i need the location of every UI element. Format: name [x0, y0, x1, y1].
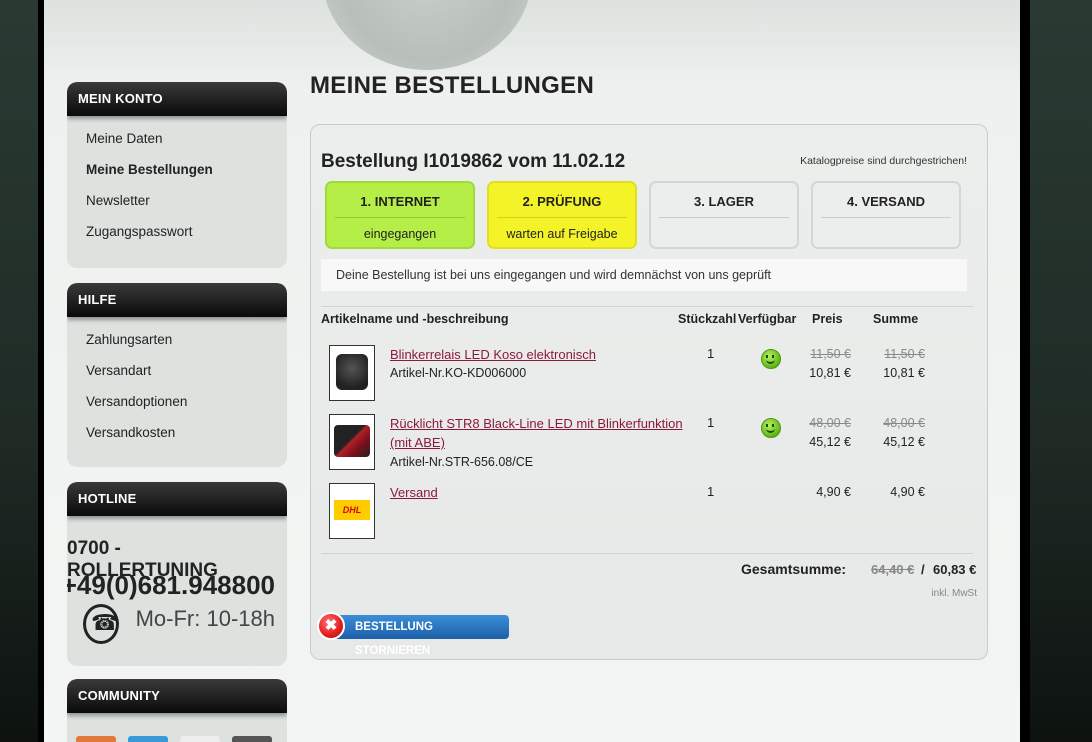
social-icon-1[interactable] — [76, 736, 116, 742]
price-cell: 48,00 € 45,12 € — [809, 414, 851, 452]
step-title: 4. VERSAND — [821, 183, 951, 218]
shipping-link[interactable]: Versand — [390, 483, 438, 502]
total-label: Gesamtsumme: — [741, 561, 847, 577]
divider — [321, 553, 973, 554]
cancel-order-button[interactable]: ✖ BESTELLUNG STORNIEREN — [317, 612, 509, 657]
col-header-available: Verfügbar — [738, 312, 797, 326]
header-decoration — [322, 0, 532, 70]
price-old: 11,50 € — [810, 347, 851, 361]
sidebox-hotline: HOTLINE 0700 - ROLLERTUNING +49(0)681.94… — [67, 482, 287, 666]
page-title: MEINE BESTELLUNGEN — [310, 72, 595, 99]
menu-item-meine-daten[interactable]: Meine Daten — [67, 128, 287, 159]
cancel-order-label: BESTELLUNG STORNIEREN — [355, 621, 433, 657]
step-status: warten auf Freigabe — [506, 227, 618, 241]
col-header-qty: Stückzahl — [678, 312, 737, 326]
sum-old: 48,00 € — [883, 416, 925, 430]
sidebox-title: COMMUNITY — [67, 679, 287, 713]
menu-item-meine-bestellungen[interactable]: Meine Bestellungen — [67, 159, 287, 190]
order-title: Bestellung I1019862 vom 11.02.12 — [321, 151, 626, 172]
quantity: 1 — [707, 484, 715, 499]
page-container: MEIN KONTO Meine Daten Meine Bestellunge… — [44, 0, 1020, 742]
col-header-article: Artikelname und -beschreibung — [321, 312, 509, 326]
price-old: 48,00 € — [809, 416, 851, 430]
quantity: 1 — [707, 346, 715, 361]
step-status: eingegangen — [363, 227, 437, 241]
hotline-number[interactable]: +49(0)681.948800 — [67, 570, 275, 601]
sidebox-title: HOTLINE — [67, 482, 287, 516]
available-smiley-icon — [761, 349, 781, 369]
close-icon: ✖ — [317, 612, 345, 640]
phone-icon — [83, 604, 119, 644]
sum-new: 45,12 € — [883, 435, 925, 449]
product-link[interactable]: Blinkerrelais LED Koso elektronisch — [390, 345, 596, 364]
article-number: Artikel-Nr.KO-KD006000 — [390, 366, 527, 380]
dhl-logo: DHL — [334, 500, 370, 520]
order-info-message: Deine Bestellung ist bei uns eingegangen… — [321, 259, 967, 291]
sidebox-title: MEIN KONTO — [67, 82, 287, 116]
sidebox-community: COMMUNITY — [67, 679, 287, 742]
shipping-thumbnail: DHL — [329, 483, 375, 539]
col-header-price: Preis — [812, 312, 843, 326]
menu-item-newsletter[interactable]: Newsletter — [67, 190, 287, 221]
available-smiley-icon — [761, 418, 781, 438]
catalog-note: Katalogpreise sind durchgestrichen! — [800, 155, 967, 167]
sidebox-mein-konto: MEIN KONTO Meine Daten Meine Bestellunge… — [67, 82, 287, 268]
product-link-line2: (mit ABE) — [390, 435, 445, 450]
help-menu: Zahlungsarten Versandart Versandoptionen… — [67, 317, 287, 463]
product-thumbnail[interactable] — [329, 414, 375, 470]
menu-item-zahlungsarten[interactable]: Zahlungsarten — [67, 329, 287, 360]
step-pruefung: 2. PRÜFUNG warten auf Freigabe — [487, 181, 637, 249]
social-icon-2[interactable] — [128, 736, 168, 742]
sum-new: 10,81 € — [883, 366, 925, 380]
price-cell: 11,50 € 10,81 € — [809, 345, 851, 383]
order-panel: Bestellung I1019862 vom 11.02.12 Katalog… — [310, 124, 988, 660]
product-thumbnail[interactable] — [329, 345, 375, 401]
total-new: 60,83 € — [933, 562, 977, 577]
menu-item-versandoptionen[interactable]: Versandoptionen — [67, 391, 287, 422]
step-title: 2. PRÜFUNG — [497, 183, 627, 218]
sum-old: 11,50 € — [884, 347, 925, 361]
step-internet: 1. INTERNET eingegangen — [325, 181, 475, 249]
article-number: Artikel-Nr.STR-656.08/CE — [390, 455, 534, 469]
sidebox-title: HILFE — [67, 283, 287, 317]
price-cell: 4,90 € — [816, 485, 851, 499]
step-title: 1. INTERNET — [335, 183, 465, 218]
sum-cell: 4,90 € — [890, 485, 925, 499]
tax-note: inkl. MwSt — [931, 588, 977, 599]
product-link-line1: Rücklicht STR8 Black-Line LED mit Blinke… — [390, 416, 683, 431]
total-separator: / — [921, 562, 925, 577]
step-lager: 3. LAGER — [649, 181, 799, 249]
col-header-sum: Summe — [873, 312, 919, 326]
menu-item-zugangspasswort[interactable]: Zugangspasswort — [67, 221, 287, 252]
price-new: 10,81 € — [809, 366, 851, 380]
sum-cell: 48,00 € 45,12 € — [881, 414, 925, 452]
menu-item-versandkosten[interactable]: Versandkosten — [67, 422, 287, 453]
social-icon-3[interactable] — [180, 736, 220, 742]
social-icon-4[interactable] — [232, 736, 272, 742]
total-old: 64,40 € — [871, 562, 915, 577]
product-link[interactable]: Rücklicht STR8 Black-Line LED mit Blinke… — [390, 414, 683, 452]
step-title: 3. LAGER — [659, 183, 789, 218]
sum-cell: 11,50 € 10,81 € — [881, 345, 925, 383]
account-menu: Meine Daten Meine Bestellungen Newslette… — [67, 116, 287, 262]
menu-item-versandart[interactable]: Versandart — [67, 360, 287, 391]
hotline-body: 0700 - ROLLERTUNING +49(0)681.948800 Mo-… — [67, 516, 287, 666]
divider — [321, 306, 973, 307]
price-new: 45,12 € — [809, 435, 851, 449]
sidebox-hilfe: HILFE Zahlungsarten Versandart Versandop… — [67, 283, 287, 467]
quantity: 1 — [707, 415, 715, 430]
step-versand: 4. VERSAND — [811, 181, 961, 249]
hotline-hours: Mo-Fr: 10-18h — [135, 606, 275, 631]
